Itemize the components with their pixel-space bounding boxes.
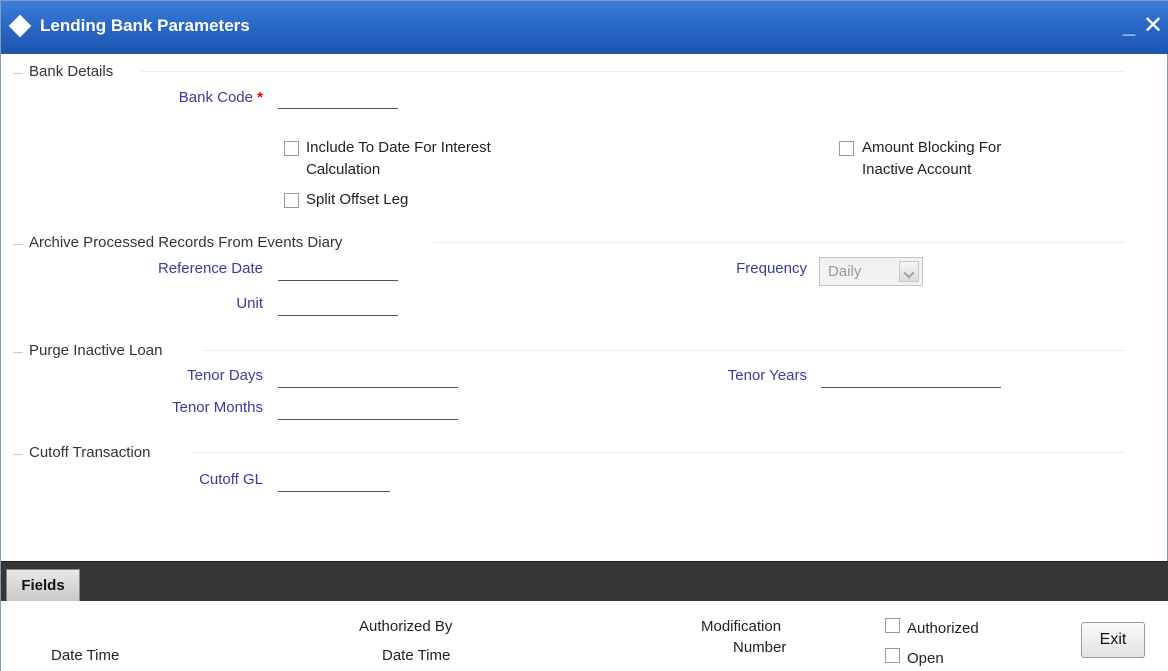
amount-blocking-label: Amount Blocking For	[862, 139, 1002, 156]
footer-bar	[1, 561, 1168, 601]
open-checkbox[interactable]	[885, 648, 900, 663]
frequency-select[interactable]: Daily	[819, 257, 923, 286]
chevron-down-icon[interactable]	[899, 261, 919, 282]
frequency-value: Daily	[828, 263, 862, 280]
tenor-days-label: Tenor Days	[187, 367, 263, 384]
tenor-years-input[interactable]	[821, 366, 1001, 388]
title-bar[interactable]: Lending Bank Parameters _ ✕	[1, 1, 1168, 54]
tenor-years-label: Tenor Years	[727, 367, 807, 384]
diamond-icon	[8, 14, 32, 38]
split-offset-leg-checkbox[interactable]	[284, 193, 299, 208]
reference-date-label: Reference Date	[157, 260, 263, 277]
include-to-date-label-line2: Calculation	[306, 161, 381, 178]
cutoff-heading: Cutoff Transaction	[29, 444, 155, 461]
section-divider	[433, 242, 1125, 243]
purge-heading: Purge Inactive Loan	[29, 342, 167, 359]
modification-number-label-line2: Number	[733, 639, 787, 656]
exit-button[interactable]: Exit	[1081, 622, 1145, 658]
unit-input[interactable]	[278, 294, 398, 316]
section-dash	[13, 454, 23, 455]
unit-label: Unit	[236, 295, 263, 312]
authorized-by-label: Authorized By	[359, 618, 453, 635]
bank-code-input[interactable]	[278, 87, 398, 109]
bank-code-label: Bank Code *	[178, 89, 263, 106]
section-divider	[141, 71, 1125, 72]
minimize-button[interactable]: _	[1119, 11, 1139, 41]
section-dash	[13, 352, 23, 353]
reference-date-input[interactable]	[278, 259, 398, 281]
include-to-date-checkbox[interactable]	[284, 141, 299, 156]
tenor-months-input[interactable]	[278, 398, 458, 420]
frequency-label: Frequency	[736, 260, 807, 277]
required-marker: *	[257, 89, 263, 106]
authorized-checkbox[interactable]	[885, 618, 900, 633]
fields-tab[interactable]: Fields	[6, 569, 80, 601]
tenor-days-input[interactable]	[278, 366, 458, 388]
bank-details-heading: Bank Details	[29, 63, 118, 80]
lending-bank-parameters-window: Lending Bank Parameters _ ✕ Bank Details…	[0, 0, 1168, 671]
modification-number-label: Modification	[701, 618, 782, 635]
cutoff-gl-label: Cutoff GL	[199, 471, 263, 488]
open-label: Open	[907, 650, 944, 667]
audit-footer	[1, 601, 1168, 671]
section-divider	[193, 452, 1125, 453]
section-dash	[13, 244, 23, 245]
section-dash	[13, 73, 23, 74]
checker-date-time-label: Date Time	[382, 647, 451, 664]
authorized-label: Authorized	[907, 620, 979, 637]
split-offset-leg-label: Split Offset Leg	[306, 191, 409, 208]
amount-blocking-checkbox[interactable]	[839, 141, 854, 156]
cutoff-gl-input[interactable]	[278, 470, 390, 492]
tenor-months-label: Tenor Months	[172, 399, 263, 416]
include-to-date-label: Include To Date For Interest	[306, 139, 491, 156]
maker-date-time-label: Date Time	[51, 647, 120, 664]
section-divider	[203, 350, 1125, 351]
archive-heading: Archive Processed Records From Events Di…	[29, 234, 347, 251]
amount-blocking-label-line2: Inactive Account	[862, 161, 972, 178]
close-button[interactable]: ✕	[1141, 11, 1165, 41]
window-title: Lending Bank Parameters	[40, 16, 250, 35]
